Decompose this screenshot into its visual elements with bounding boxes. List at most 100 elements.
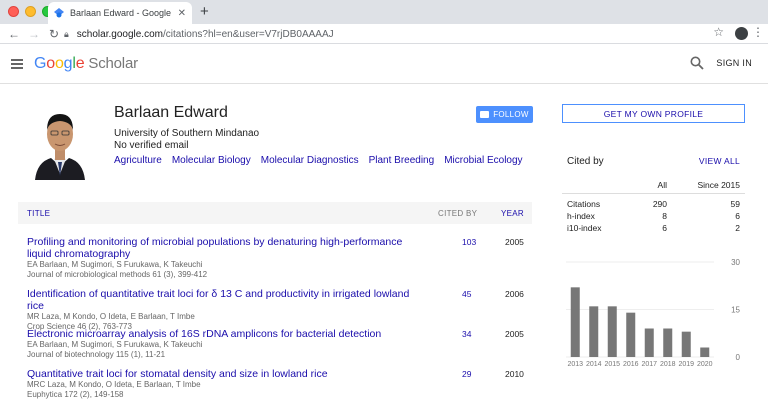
article-venue: Journal of microbiological methods 61 (3… [27,270,208,279]
table-row: Identification of quantitative trait loc… [18,288,532,331]
article-title-link[interactable]: Electronic microarray analysis of 16S rD… [27,328,422,340]
profile-name: Barlaan Edward [114,104,228,121]
stat-label-link[interactable]: h-index [567,211,627,221]
logo-letter: G [34,54,47,72]
tab-title: Barlaan Edward - Google Scholar [70,8,174,18]
chart-xtick-label: 2014 [586,361,602,368]
profile-photo [31,104,89,180]
new-tab-icon[interactable]: + [200,3,209,20]
sort-by-year[interactable]: YEAR [501,209,524,218]
stat-since: 2 [735,223,740,233]
browser-menu-icon[interactable]: ⋮ [752,25,764,39]
cited-by-link[interactable]: 34 [462,329,471,339]
chart-bar[interactable] [644,328,654,358]
chart-xtick-label: 2013 [567,361,583,368]
mail-icon [480,111,490,118]
close-window-button[interactable] [8,6,19,17]
chart-xtick-label: 2015 [604,361,620,368]
interest-link[interactable]: Agriculture [114,155,162,166]
chart-xtick-label: 2020 [697,361,713,368]
window-controls [8,6,53,17]
interest-link[interactable]: Molecular Biology [172,155,251,166]
stats-row: h-index 8 6 [562,210,745,222]
research-interests: Agriculture Molecular Biology Molecular … [114,155,523,166]
article-venue: Euphytica 172 (2), 149-158 [27,390,124,399]
citation-stats-table: All Since 2015 Citations 290 59 h-index … [562,176,745,234]
get-my-own-profile-button[interactable]: GET MY OWN PROFILE [562,104,745,123]
scholar-favicon-icon [54,8,64,18]
search-icon[interactable] [690,56,704,70]
google-scholar-logo[interactable]: Google Scholar [34,55,138,73]
table-row: Quantitative trait loci for stomatal den… [18,368,532,404]
address-bar[interactable]: 🔒︎ scholar.google.com/citations?hl=en&us… [64,26,708,42]
chart-bar[interactable] [570,287,580,357]
table-row: Profiling and monitoring of microbial po… [18,236,532,288]
view-all-link[interactable]: VIEW ALL [699,156,740,166]
interest-link[interactable]: Microbial Ecology [444,155,522,166]
profile-avatar-icon[interactable] [735,27,748,40]
article-title-link[interactable]: Profiling and monitoring of microbial po… [27,236,422,260]
browser-toolbar: ← → ↻ 🔒︎ scholar.google.com/citations?hl… [0,24,768,44]
chart-xtick-label: 2018 [660,361,676,368]
article-year: 2005 [505,237,524,247]
chart-ytick-label: 30 [731,258,740,267]
stats-row: Citations 290 59 [562,198,745,210]
reload-icon[interactable]: ↻ [44,27,64,41]
stat-since: 6 [735,211,740,221]
citations-per-year-chart: 0 15 30 2013 2014 2015 2016 2017 2018 2019 2020 [566,258,741,368]
chart-bar[interactable] [589,306,599,357]
article-authors: EA Barlaan, M Sugimori, S Furukawa, K Ta… [27,340,203,349]
lock-icon: 🔒︎ [64,28,69,39]
tab-close-icon[interactable]: ✕ [178,8,186,19]
stats-header-row: All Since 2015 [562,176,745,194]
minimize-window-button[interactable] [25,6,36,17]
bookmark-star-icon[interactable]: ☆ [713,25,724,39]
chart-bar[interactable] [681,331,691,357]
chart-xtick-label: 2017 [641,361,657,368]
article-year: 2010 [505,369,524,379]
article-title-link[interactable]: Identification of quantitative trait loc… [27,288,422,312]
interest-link[interactable]: Molecular Diagnostics [261,155,359,166]
article-year: 2005 [505,329,524,339]
logo-letter: e [75,54,85,72]
article-authors: MRC Laza, M Kondo, O Ideta, E Barlaan, T… [27,380,201,389]
forward-arrow-icon[interactable]: → [24,27,44,41]
stats-row: i10-index 6 2 [562,222,745,234]
stat-label-link[interactable]: i10-index [567,223,627,233]
browser-tab-bar: Barlaan Edward - Google Scholar ✕ + [0,0,768,24]
stat-label-link[interactable]: Citations [567,199,627,209]
follow-label: FOLLOW [493,110,529,119]
logo-letter: o [54,54,64,72]
article-venue: Journal of biotechnology 115 (1), 11-21 [27,350,166,359]
sort-by-title[interactable]: TITLE [27,209,50,218]
chart-bar[interactable] [663,328,673,358]
logo-letter: o [46,54,55,72]
cited-by-link[interactable]: 103 [462,237,476,247]
cited-by-header: Cited by VIEW ALL [567,156,740,167]
logo-scholar-text: Scholar [88,54,138,72]
follow-button[interactable]: FOLLOW [476,106,533,123]
sort-by-cited[interactable]: CITED BY [438,209,477,218]
url-host: scholar.google.com [76,28,163,40]
browser-tab[interactable]: Barlaan Edward - Google Scholar ✕ [48,2,192,24]
chart-bar[interactable] [607,306,617,357]
col-all: All [657,179,667,190]
stat-all: 290 [652,199,667,209]
stat-all: 6 [662,223,667,233]
sign-in-link[interactable]: SIGN IN [716,58,752,68]
chart-xtick-label: 2019 [678,361,694,368]
article-title-link[interactable]: Quantitative trait loci for stomatal den… [27,368,422,380]
cited-by-link[interactable]: 29 [462,369,471,379]
interest-link[interactable]: Plant Breeding [369,155,435,166]
hamburger-menu-icon[interactable] [11,58,23,69]
articles-table-header: TITLE CITED BY YEAR [18,202,532,224]
chart-xtick-label: 2016 [623,361,639,368]
cited-by-link[interactable]: 45 [462,289,471,299]
back-arrow-icon[interactable]: ← [4,27,24,41]
chart-ytick-label: 15 [731,306,740,315]
chart-bar[interactable] [626,312,636,357]
stat-since: 59 [730,199,740,209]
cited-by-label: Cited by [567,156,604,167]
chart-bar[interactable] [700,347,710,358]
article-year: 2006 [505,289,524,299]
